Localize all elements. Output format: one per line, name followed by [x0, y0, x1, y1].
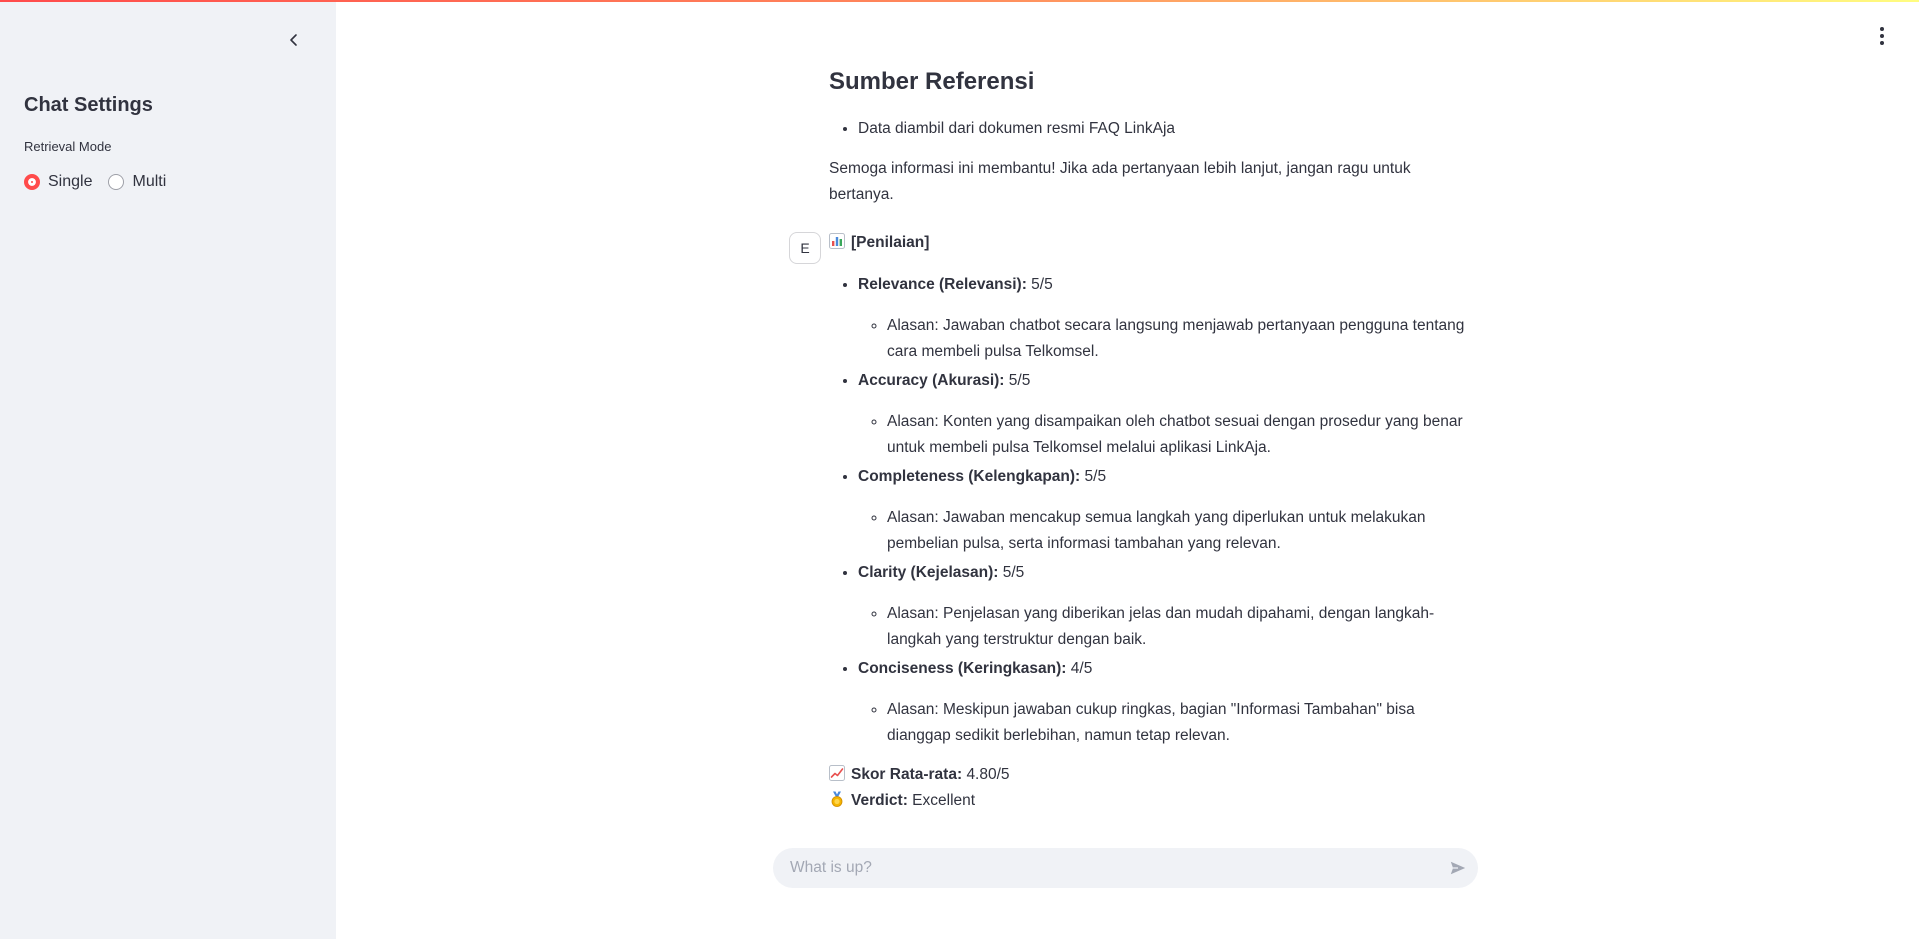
criterion-reason-list: Alasan: Jawaban mencakup semua langkah y…: [858, 505, 1479, 557]
criterion-item: Relevance (Relevansi): 5/5 Alasan: Jawab…: [858, 272, 1479, 365]
send-button[interactable]: [1438, 848, 1478, 888]
evaluation-heading: [Penilaian]: [829, 230, 1479, 256]
collapse-sidebar-button[interactable]: [282, 28, 306, 52]
criterion-score: 5/5: [1031, 276, 1053, 293]
criterion-score: 5/5: [1002, 564, 1025, 581]
verdict-label: Verdict:: [851, 792, 908, 809]
criterion-reason-list: Alasan: Penjelasan yang diberikan jelas …: [858, 601, 1479, 653]
retrieval-mode-radio-group: Single Multi: [24, 173, 166, 191]
criterion-reason: Alasan: Penjelasan yang diberikan jelas …: [887, 601, 1479, 653]
retrieval-mode-label: Retrieval Mode: [24, 139, 112, 154]
answer-closing: Semoga informasi ini membantu! Jika ada …: [829, 160, 1411, 203]
chat-input[interactable]: [773, 858, 1438, 878]
criterion-score: 5/5: [1008, 372, 1031, 389]
criterion-name: Clarity (Kejelasan):: [858, 564, 999, 581]
criterion-item: Clarity (Kejelasan): 5/5 Alasan: Penjela…: [858, 560, 1479, 653]
criterion-item: Conciseness (Keringkasan): 4/5 Alasan: M…: [858, 656, 1479, 749]
criterion-name: Relevance (Relevansi):: [858, 276, 1027, 293]
source-item: Data diambil dari dokumen resmi FAQ Link…: [858, 116, 1479, 142]
radio-option-label: Single: [48, 173, 93, 190]
main-menu-button[interactable]: [1870, 24, 1894, 48]
send-icon: [1450, 861, 1466, 875]
criterion-reason-list: Alasan: Meskipun jawaban cukup ringkas, …: [858, 697, 1479, 749]
source-list: Data diambil dari dokumen resmi FAQ Link…: [829, 116, 1479, 142]
criterion-reason-list: Alasan: Konten yang disampaikan oleh cha…: [858, 409, 1479, 461]
sidebar: Chat Settings Retrieval Mode Single Mult…: [0, 0, 336, 939]
criterion-name: Accuracy (Akurasi):: [858, 372, 1005, 389]
radio-option-single[interactable]: Single: [24, 173, 92, 191]
bar-chart-emoji-icon: [829, 233, 845, 249]
average-score-label: Skor Rata-rata:: [851, 766, 963, 783]
criterion-reason: Alasan: Jawaban chatbot secara langsung …: [887, 313, 1479, 365]
criterion-score: 4/5: [1070, 660, 1093, 677]
more-vertical-icon: [1880, 27, 1884, 31]
criterion-reason: Alasan: Konten yang disampaikan oleh cha…: [887, 409, 1479, 461]
criterion-reason: Alasan: Jawaban mencakup semua langkah y…: [887, 505, 1479, 557]
criterion-item: Completeness (Kelengkapan): 5/5 Alasan: …: [858, 464, 1479, 557]
more-vertical-icon-dot: [1880, 34, 1884, 38]
chevron-left-icon: [290, 34, 297, 46]
radio-unselected-indicator[interactable]: [108, 174, 125, 190]
average-score-value: 4.80/5: [966, 766, 1010, 783]
evaluation-content: [Penilaian] Relevance (Relevansi): 5/5 A…: [829, 230, 1479, 814]
assistant-answer: Sumber Referensi Data diambil dari dokum…: [829, 62, 1479, 208]
avatar: E: [789, 232, 821, 264]
criterion-score: 5/5: [1084, 468, 1107, 485]
more-vertical-icon-dot: [1880, 41, 1884, 45]
chart-increasing-emoji-icon: [829, 765, 845, 781]
criterion-reason: Alasan: Meskipun jawaban cukup ringkas, …: [887, 697, 1479, 749]
criterion-reason-list: Alasan: Jawaban chatbot secara langsung …: [858, 313, 1479, 365]
radio-option-label: Multi: [132, 173, 167, 190]
verdict-line: Verdict: Excellent: [829, 788, 1479, 814]
criteria-list: Relevance (Relevansi): 5/5 Alasan: Jawab…: [829, 272, 1479, 749]
sidebar-title: Chat Settings: [24, 94, 153, 116]
verdict-value: Excellent: [912, 792, 976, 809]
radio-option-multi[interactable]: Multi: [108, 173, 166, 191]
average-score-line: Skor Rata-rata: 4.80/5: [829, 762, 1479, 788]
medal-emoji-icon: [831, 791, 843, 807]
chat-input-container: [773, 848, 1478, 888]
evaluation-summary: Skor Rata-rata: 4.80/5 Verdict: Excellen…: [829, 762, 1479, 814]
answer-heading: Sumber Referensi: [829, 68, 1035, 95]
criterion-name: Conciseness (Keringkasan):: [858, 660, 1067, 677]
criterion-item: Accuracy (Akurasi): 5/5 Alasan: Konten y…: [858, 368, 1479, 461]
evaluation-heading-text: [Penilaian]: [851, 234, 930, 251]
radio-selected-indicator[interactable]: [24, 174, 40, 190]
top-decoration-bar: [0, 0, 1919, 2]
criterion-name: Completeness (Kelengkapan):: [858, 468, 1081, 485]
